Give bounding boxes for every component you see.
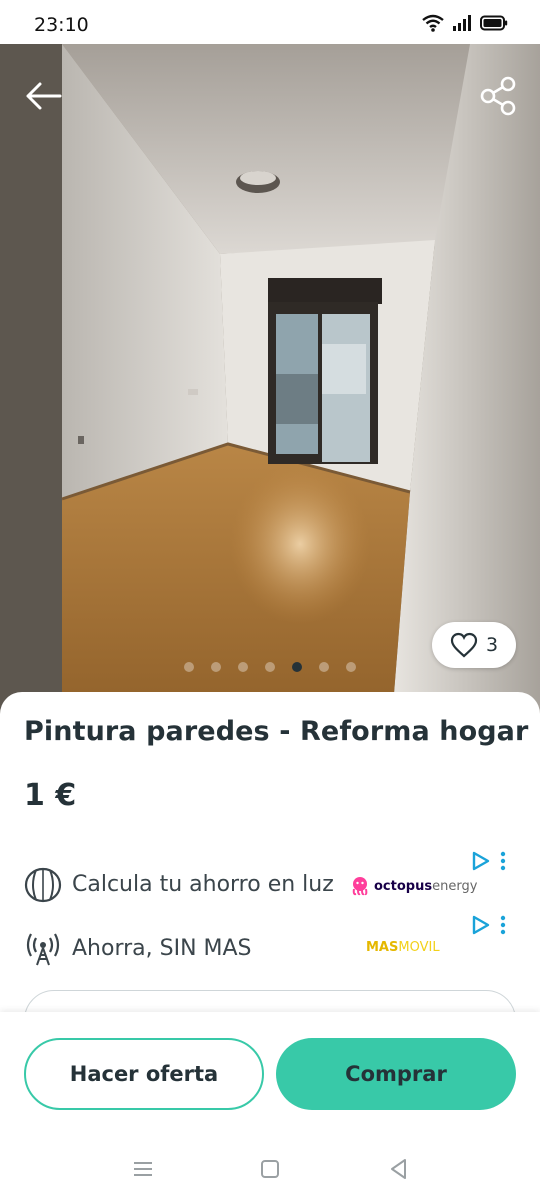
make-offer-button[interactable]: Hacer oferta (24, 1038, 264, 1110)
home-icon[interactable] (257, 1156, 283, 1182)
ad-text: Calcula tu ahorro en luz (72, 872, 334, 897)
octopus-icon (352, 877, 368, 896)
listing-photo-carousel[interactable]: 3 (0, 44, 540, 744)
antenna-icon (26, 933, 60, 966)
back-button[interactable] (20, 74, 64, 118)
listing-details-sheet: Pintura paredes - Reforma hogar 1 € Calc… (0, 692, 540, 1052)
share-icon (480, 76, 516, 116)
share-button[interactable] (476, 74, 520, 118)
pagination-dot[interactable] (346, 662, 356, 672)
pagination-dot[interactable] (265, 662, 275, 672)
heart-icon (450, 632, 478, 658)
octopus-energy-logo: octopus energy (350, 876, 477, 896)
back-nav-icon[interactable] (386, 1156, 412, 1182)
action-bar: Hacer oferta Comprar (0, 1012, 540, 1138)
status-icons (422, 14, 508, 32)
ad-text: Ahorra, SIN MAS (72, 936, 252, 961)
menu-icon[interactable] (130, 1156, 156, 1182)
pagination-dot[interactable] (211, 662, 221, 672)
status-bar: 23:10 (0, 0, 540, 44)
wifi-icon (422, 14, 444, 32)
masmovil-logo: MASMOVIL (366, 940, 440, 955)
pagination-dot[interactable] (238, 662, 248, 672)
buy-button[interactable]: Comprar (276, 1038, 516, 1110)
status-time: 23:10 (34, 14, 89, 36)
arrow-left-icon (26, 82, 62, 110)
listing-price: 1 € (24, 778, 77, 813)
pagination-dot[interactable] (184, 662, 194, 672)
ad-row-masmovil[interactable]: Ahorra, SIN MAS MASMOVIL (24, 926, 524, 970)
photo-pagination (0, 662, 540, 672)
likes-count: 3 (485, 634, 499, 656)
signal-icon (453, 15, 471, 31)
ad-row-octopus[interactable]: Calcula tu ahorro en luz octopus energy (24, 862, 524, 906)
battery-icon (480, 15, 508, 31)
listing-title: Pintura paredes - Reforma hogar (24, 716, 529, 747)
coin-icon (24, 867, 62, 903)
pagination-dot-active[interactable] (292, 662, 302, 672)
pagination-dot[interactable] (319, 662, 329, 672)
system-nav-bar (0, 1138, 540, 1200)
